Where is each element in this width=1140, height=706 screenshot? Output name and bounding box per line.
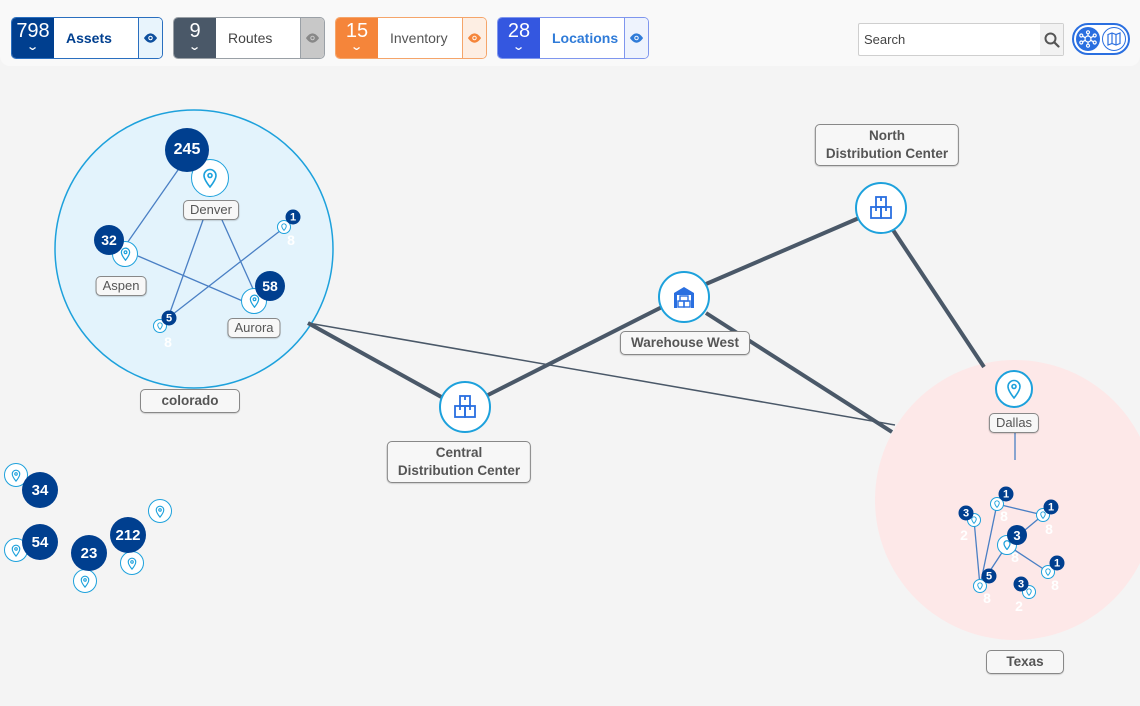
network-view-button[interactable] [1076,27,1100,51]
search-button[interactable] [1040,24,1063,55]
location-pin[interactable] [148,499,172,523]
map-view-button[interactable] [1102,27,1126,51]
map-pin-icon [1007,379,1021,399]
chevron-down-icon: ⌄ [350,41,364,53]
count-badge-small[interactable]: 5 [161,310,177,326]
chevron-down-icon: ⌄ [188,41,202,53]
eye-icon[interactable] [462,18,486,58]
filter-routes-label: Routes [228,30,273,46]
location-label-aurora[interactable]: Aurora [227,318,281,338]
route-edge[interactable] [891,228,986,369]
hub-label-line: North [868,128,905,143]
count-badge-subtext: 8 [1000,508,1008,524]
count-badge[interactable]: 34 [22,472,58,508]
count-badge-small[interactable]: 3 [1007,525,1027,545]
group-label-texas[interactable]: Texas [986,650,1064,674]
hub-label-line: Warehouse West [630,335,740,350]
network-canvas[interactable] [0,0,1140,706]
filter-inventory[interactable]: 15 ⌄ Inventory [335,17,487,59]
map-pin-icon [11,544,21,557]
map-pin-icon [977,582,983,590]
filter-assets-label: Assets [66,30,112,46]
count-badge-small[interactable]: 1 [1049,555,1065,571]
count-badge-aurora[interactable]: 58 [255,271,285,301]
location-label-denver[interactable]: Denver [183,200,239,220]
group-label-colorado[interactable]: colorado [140,389,240,413]
filter-routes-count[interactable]: 9 ⌄ [174,18,216,58]
count-badge-subtext: 8 [983,590,991,606]
count-badge-small[interactable]: 3 [958,505,974,521]
hub-label-central-distribution-center[interactable]: Central Distribution Center [386,441,532,483]
count-badge-subtext: 8 [1011,549,1019,565]
hub-node-central-distribution-center[interactable] [439,381,491,433]
search-input[interactable] [859,24,1040,55]
chevron-down-icon: ⌄ [512,41,526,53]
filter-assets[interactable]: 798 ⌄ Assets [11,17,163,59]
count-badge[interactable]: 54 [22,524,58,560]
map-pin-icon [281,223,287,231]
search-icon [1044,32,1060,48]
eye-icon[interactable] [300,18,324,58]
count-badge-aspen[interactable]: 32 [94,225,124,255]
eye-icon[interactable] [624,18,648,58]
warehouse-icon [674,287,694,308]
count-badge-small[interactable]: 5 [981,568,997,584]
count-badge[interactable]: 212 [110,517,146,553]
count-badge[interactable]: 23 [71,535,107,571]
filter-assets-count[interactable]: 798 ⌄ [12,18,54,58]
count-badge-subtext: 8 [287,232,295,248]
count-badge-small[interactable]: 3 [1013,576,1029,592]
map-pin-icon [127,557,137,570]
map-pin-icon [1026,588,1032,596]
map-pin-icon [1045,568,1051,576]
map-pin-icon [120,247,130,261]
hub-label-line: Central [435,445,483,460]
search-box [858,23,1064,56]
location-pin-dallas[interactable] [995,370,1033,408]
filter-locations-label: Locations [552,30,619,46]
count-badge-small[interactable]: 1 [998,486,1014,502]
chevron-down-icon: ⌄ [26,41,40,53]
network-icon [1079,30,1097,48]
map-pin-icon [994,500,1000,508]
hub-label-line: Distribution Center [825,146,949,161]
boxes-icon [454,395,476,418]
map-icon [1107,32,1121,46]
count-badge-subtext: 8 [164,334,172,350]
count-badge-subtext: 2 [960,527,968,543]
map-pin-icon [80,575,90,588]
hub-label-warehouse-west[interactable]: Warehouse West [619,331,751,355]
count-badge-small[interactable]: 1 [1043,499,1059,515]
hub-node-north-distribution-center[interactable] [855,182,907,234]
filter-inventory-label: Inventory [390,30,448,46]
map-pin-icon [203,168,217,188]
filter-locations-count[interactable]: 28 ⌄ [498,18,540,58]
filter-inventory-count[interactable]: 15 ⌄ [336,18,378,58]
location-label-dallas[interactable]: Dallas [988,413,1040,433]
hub-label-line: Distribution Center [397,463,521,478]
count-badge-subtext: 8 [1051,577,1059,593]
map-pin-icon [11,469,21,482]
count-badge-subtext: 8 [1045,521,1053,537]
hub-node-warehouse-west[interactable] [658,271,710,323]
location-pin[interactable] [73,569,97,593]
map-pin-icon [155,505,165,518]
hub-label-north-distribution-center[interactable]: North Distribution Center [814,124,960,166]
eye-icon[interactable] [138,18,162,58]
route-edge[interactable] [705,216,860,286]
count-badge-small[interactable]: 1 [285,209,301,225]
filter-routes[interactable]: 9 ⌄ Routes [173,17,325,59]
toolbar: 798 ⌄ Assets 9 ⌄ Routes 15 ⌄ Inventory 28 ⌄ … [0,0,1140,66]
app-root: 798 ⌄ Assets 9 ⌄ Routes 15 ⌄ Inventory 28 ⌄ … [0,0,1140,706]
count-badge-denver[interactable]: 245 [165,128,209,172]
boxes-icon [870,196,892,219]
view-toggle [1072,23,1130,55]
location-label-aspen[interactable]: Aspen [95,276,147,296]
map-pin-icon [249,294,259,308]
map-pin-icon [157,322,163,330]
filter-locations[interactable]: 28 ⌄ Locations [497,17,649,59]
location-pin[interactable] [120,551,144,575]
count-badge-subtext: 2 [1015,598,1023,614]
